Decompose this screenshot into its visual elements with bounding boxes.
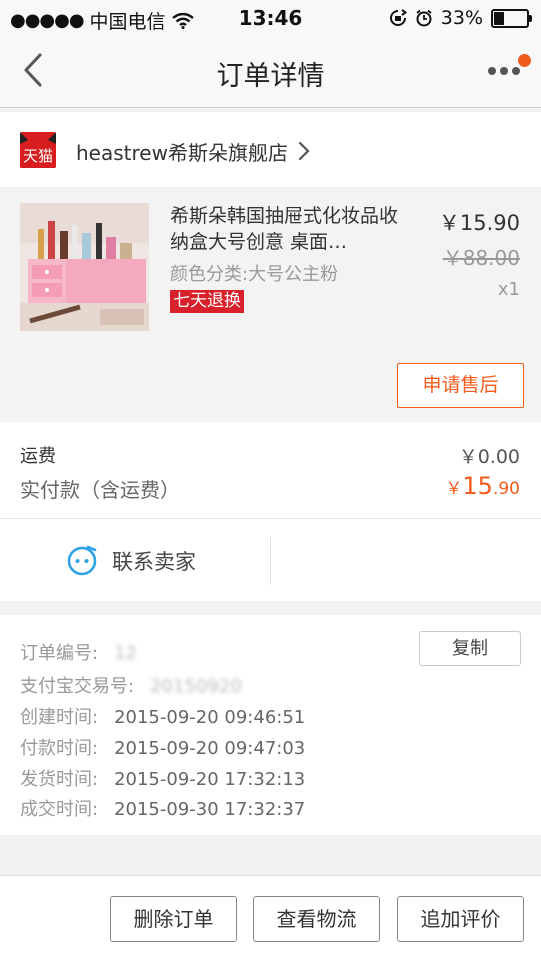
status-right: 33% bbox=[389, 7, 532, 29]
return-policy-badge: 七天退换 bbox=[170, 290, 244, 313]
bottom-action-bar: 删除订单 查看物流 追加评价 bbox=[0, 875, 541, 961]
chevron-right-icon bbox=[298, 141, 310, 161]
paid-int: 15 bbox=[462, 472, 493, 500]
contact-seller-label: 联系卖家 bbox=[112, 550, 196, 574]
paid-currency: ￥ bbox=[445, 479, 463, 499]
product-title: 希斯朵韩国抽屉式化妆品收纳盒大号创意 桌面… bbox=[170, 205, 399, 253]
product-image bbox=[20, 203, 149, 331]
tmall-logo: 天猫 bbox=[20, 132, 56, 168]
done-value: 2015-09-30 17:32:37 bbox=[114, 799, 306, 820]
battery-icon bbox=[491, 8, 532, 28]
alarm-icon bbox=[416, 9, 432, 27]
paid-amount: ￥15.90 bbox=[445, 472, 520, 500]
battery-cap bbox=[529, 14, 532, 22]
order-number-value: 12 bbox=[114, 643, 137, 664]
done-label: 成交时间: bbox=[20, 799, 99, 820]
done-row: 成交时间: 2015-09-30 17:32:37 bbox=[20, 795, 305, 821]
divider bbox=[270, 537, 271, 585]
created-value: 2015-09-20 09:46:51 bbox=[114, 707, 306, 728]
battery-level bbox=[494, 11, 504, 25]
alipay-value: 20150920 bbox=[150, 676, 242, 697]
paid-time-label: 付款时间: bbox=[20, 738, 99, 759]
paid-dec: .90 bbox=[492, 479, 520, 499]
product-price: ￥15.90 bbox=[438, 211, 520, 235]
notification-dot bbox=[518, 54, 531, 67]
chat-face-icon bbox=[67, 545, 97, 576]
status-bar: ●●●●● 中国电信 13:46 33% bbox=[0, 0, 541, 36]
contact-section: 联系卖家 bbox=[0, 519, 541, 601]
svg-text:天猫: 天猫 bbox=[23, 147, 53, 165]
order-info: 订单编号: 12 复制 支付宝交易号: 20150920 创建时间: 2015-09-… bbox=[0, 615, 541, 835]
paid-label: 实付款（含运费） bbox=[20, 478, 180, 502]
product-item[interactable]: 希斯朵韩国抽屉式化妆品收纳盒大号创意 桌面… 颜色分类:大号公主粉 七天退换 ￥… bbox=[0, 187, 541, 422]
page-title: 订单详情 bbox=[216, 61, 325, 92]
aftersale-button[interactable]: 申请售后 bbox=[397, 363, 524, 408]
alipay-label: 支付宝交易号: bbox=[20, 676, 135, 697]
battery-percent: 33% bbox=[440, 7, 483, 29]
shipped-label: 发货时间: bbox=[20, 769, 99, 790]
nav-bar: 订单详情 bbox=[0, 36, 541, 108]
shipped-row: 发货时间: 2015-09-20 17:32:13 bbox=[20, 765, 305, 791]
cost-summary: 运费 ￥0.00 实付款（含运费） ￥15.90 bbox=[0, 422, 541, 519]
contact-seller-button[interactable]: 联系卖家 bbox=[0, 519, 270, 601]
store-name: heastrew希斯朵旗舰店 bbox=[76, 141, 288, 165]
tmall-cat-icon: 天猫 bbox=[20, 132, 56, 168]
delete-order-button[interactable]: 删除订单 bbox=[110, 896, 237, 942]
product-spec: 颜色分类:大号公主粉 bbox=[170, 264, 339, 285]
alipay-row: 支付宝交易号: 20150920 bbox=[20, 672, 242, 698]
order-number-row: 订单编号: 12 bbox=[20, 639, 137, 665]
paid-time-row: 付款时间: 2015-09-20 09:47:03 bbox=[20, 734, 305, 760]
shipping-label: 运费 bbox=[20, 446, 56, 467]
shipping-value: ￥0.00 bbox=[458, 446, 520, 468]
paid-time-value: 2015-09-20 09:47:03 bbox=[114, 738, 306, 759]
created-row: 创建时间: 2015-09-20 09:46:51 bbox=[20, 703, 305, 729]
shipped-value: 2015-09-20 17:32:13 bbox=[114, 769, 306, 790]
order-number-label: 订单编号: bbox=[20, 643, 99, 664]
add-review-button[interactable]: 追加评价 bbox=[397, 896, 524, 942]
store-row[interactable]: 天猫 heastrew希斯朵旗舰店 bbox=[0, 112, 541, 187]
view-logistics-button[interactable]: 查看物流 bbox=[253, 896, 380, 942]
created-label: 创建时间: bbox=[20, 707, 99, 728]
rotation-lock-icon bbox=[389, 9, 407, 26]
copy-button[interactable]: 复制 bbox=[419, 631, 521, 666]
original-price: ￥88.00 bbox=[442, 246, 520, 270]
product-quantity: x1 bbox=[497, 279, 520, 300]
